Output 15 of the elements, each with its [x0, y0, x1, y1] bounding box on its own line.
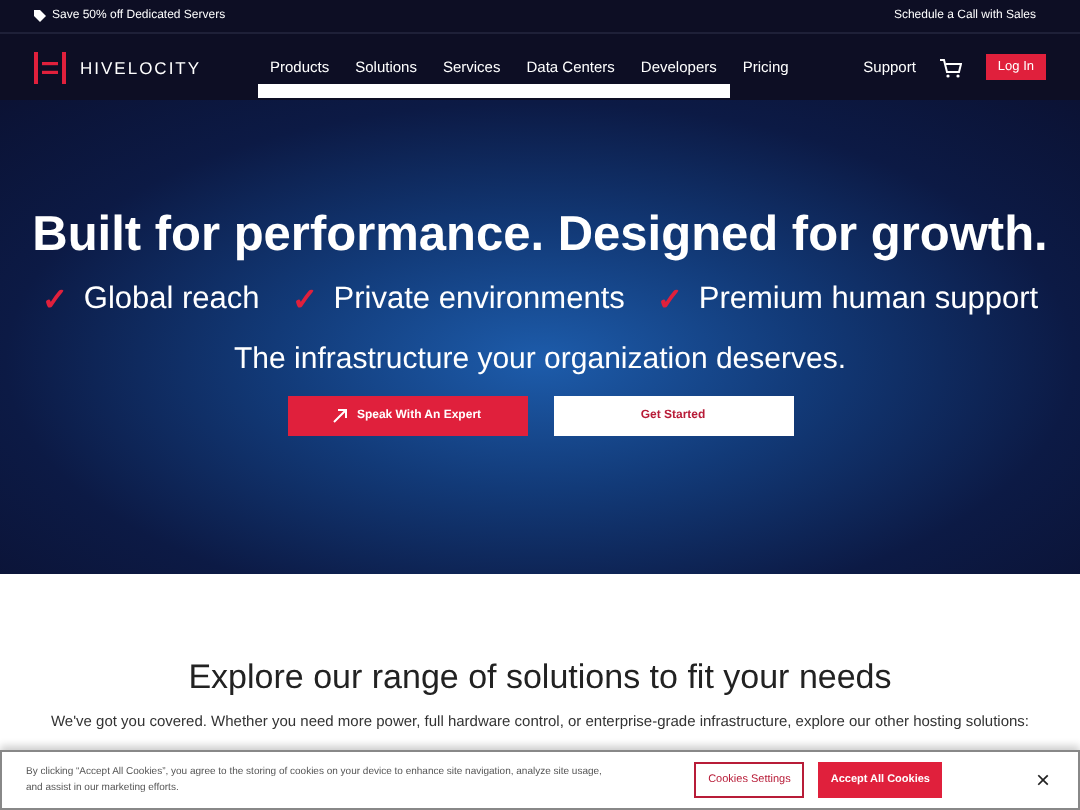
brand-name: HIVELOCITY [80, 57, 202, 77]
tag-icon [34, 10, 46, 22]
close-button[interactable]: × [1031, 766, 1054, 794]
cart-icon[interactable] [939, 57, 962, 77]
check-mark: ✓ [656, 282, 683, 320]
arrow-icon [332, 408, 349, 424]
feature-text: Private environments [333, 282, 625, 320]
hero-subtitle: The infrastructure your organization deserves. [234, 342, 846, 376]
feature-text: Premium human support [698, 282, 1039, 320]
logo-icon [34, 51, 66, 83]
feature-text: Global reach [83, 282, 260, 320]
section-title: Explore our range of solutions to fit your needs [188, 658, 892, 698]
check-mark: ✓ [41, 282, 68, 320]
hero-title: Built for performance. Designed for growth. [32, 208, 1048, 264]
check-mark: ✓ [291, 282, 318, 320]
